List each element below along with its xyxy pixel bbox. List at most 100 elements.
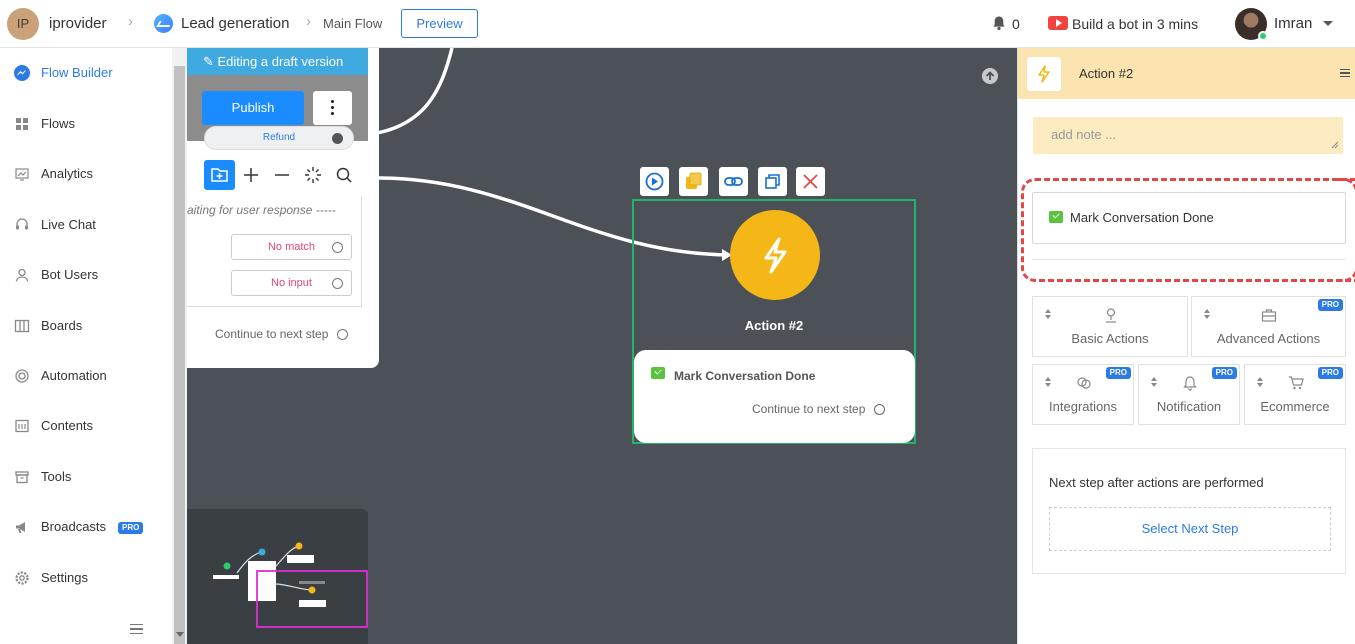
draft-banner-text: Editing a draft version	[217, 54, 344, 69]
top-bar: IP iprovider › Lead generation › Main Fl…	[0, 0, 1355, 48]
add-note-field[interactable]: add note ...	[1033, 117, 1343, 154]
gear-icon	[15, 571, 29, 585]
collapse-menu-icon[interactable]	[130, 624, 143, 634]
connector-dot[interactable]	[874, 404, 885, 415]
magic-wand-icon[interactable]	[304, 166, 322, 184]
tile-label: Ecommerce	[1260, 399, 1330, 414]
sidebar-scrollbar[interactable]	[172, 48, 187, 644]
messenger-icon	[14, 65, 30, 81]
edit-icon: ✎	[203, 54, 218, 69]
workspace-name[interactable]: iprovider	[49, 15, 107, 32]
sidebar-item-live-chat[interactable]: Live Chat	[0, 205, 172, 245]
pro-badge: PRO	[1211, 367, 1237, 379]
action-node[interactable]: Action #2 Mark Conversation Done Continu…	[632, 199, 916, 444]
connector-dot[interactable]	[332, 242, 343, 253]
dot-icon	[331, 112, 334, 115]
sidebar-item-tools[interactable]: Tools	[0, 457, 172, 497]
megaphone-icon	[16, 522, 25, 533]
zoom-out-icon[interactable]	[273, 166, 291, 184]
ecommerce-tile[interactable]: Ecommerce PRO	[1244, 364, 1346, 425]
connector-dot[interactable]	[332, 278, 343, 289]
zoom-in-icon[interactable]	[242, 166, 260, 184]
more-options-button[interactable]	[313, 91, 352, 125]
scrollbar-thumb[interactable]	[174, 66, 185, 644]
action-settings-panel: Action #2 add note ... Mark Conversation…	[1017, 48, 1355, 644]
search-icon[interactable]	[335, 166, 353, 184]
sidebar-item-label: Automation	[41, 368, 107, 383]
minimap-preview	[213, 542, 368, 628]
no-match-option[interactable]: No match	[231, 234, 352, 260]
sidebar-item-flow-builder[interactable]: Flow Builder	[0, 53, 172, 93]
publish-button[interactable]: Publish	[202, 91, 304, 125]
bell-icon	[1183, 376, 1197, 391]
chevron-right-icon: ›	[128, 13, 133, 30]
sidebar-item-bot-users[interactable]: Bot Users	[0, 255, 172, 295]
action-node-card[interactable]: Mark Conversation Done Continue to next …	[634, 350, 915, 443]
play-button[interactable]	[640, 167, 669, 196]
bell-icon[interactable]	[991, 15, 1007, 31]
next-step-title: Next step after actions are performed	[1049, 475, 1264, 490]
notification-tile[interactable]: Notification PRO	[1138, 364, 1240, 425]
tile-label: Advanced Actions	[1216, 331, 1321, 346]
sidebar-item-contents[interactable]: Contents	[0, 406, 172, 446]
sort-icon	[1045, 377, 1051, 387]
continue-next-step-text: Continue to next step	[215, 327, 329, 341]
action-node-icon[interactable]	[730, 210, 820, 300]
build-bot-link[interactable]: Build a bot in 3 mins	[1072, 16, 1198, 32]
menu-icon[interactable]	[1340, 69, 1350, 77]
copy-button[interactable]	[679, 167, 708, 196]
connector-dot[interactable]	[337, 329, 348, 340]
action-item-card[interactable]: Mark Conversation Done	[1032, 192, 1346, 244]
tile-label: Notification	[1156, 399, 1222, 414]
user-icon	[15, 268, 29, 282]
sidebar-item-label: Live Chat	[41, 217, 96, 232]
close-icon	[803, 174, 818, 189]
duplicate-button[interactable]	[758, 167, 787, 196]
sidebar-item-settings[interactable]: Settings	[0, 558, 172, 598]
link-icon	[724, 177, 743, 186]
user-name[interactable]: Imran	[1274, 15, 1312, 32]
breadcrumb-subflow[interactable]: Main Flow	[323, 16, 382, 31]
flow-canvas[interactable]: ✎ Editing a draft version Publish Refund…	[187, 48, 1017, 644]
youtube-icon[interactable]	[1048, 16, 1068, 30]
resize-handle-icon[interactable]	[1331, 141, 1339, 149]
sidebar-item-boards[interactable]: Boards	[0, 306, 172, 346]
advanced-actions-tile[interactable]: Advanced Actions PRO	[1191, 296, 1346, 357]
dot-icon	[331, 100, 334, 103]
select-next-step-button[interactable]: Select Next Step	[1049, 507, 1331, 551]
automation-icon	[15, 369, 29, 383]
briefcase-icon	[1261, 309, 1277, 322]
sidebar-item-label: Flows	[41, 116, 75, 131]
no-input-option[interactable]: No input	[231, 270, 352, 296]
previous-node-card[interactable]: ✎ Editing a draft version Publish Refund…	[187, 48, 379, 368]
play-icon	[645, 172, 664, 191]
delete-button[interactable]	[796, 167, 825, 196]
scroll-down-arrow-icon[interactable]	[176, 632, 184, 637]
preview-button[interactable]: Preview	[401, 9, 478, 38]
link-button[interactable]	[719, 167, 748, 196]
sidebar-item-analytics[interactable]: Analytics	[0, 154, 172, 194]
sidebar-item-flows[interactable]: Flows	[0, 104, 172, 144]
basic-actions-tile[interactable]: Basic Actions	[1032, 296, 1188, 357]
contents-icon	[15, 419, 29, 433]
sidebar-item-label: Tools	[41, 469, 72, 484]
pro-badge: PRO	[1105, 367, 1131, 379]
divider	[361, 196, 362, 306]
sidebar: Flow Builder Flows Analytics Live Chat B…	[0, 48, 172, 644]
add-folder-button[interactable]	[204, 160, 235, 190]
sidebar-item-broadcasts[interactable]: Broadcasts PRO	[0, 507, 172, 547]
breadcrumb-flow[interactable]: Lead generation	[181, 15, 289, 32]
sidebar-item-label: Flow Builder	[41, 65, 113, 80]
action-item-label: Mark Conversation Done	[674, 369, 816, 383]
panel-title: Action #2	[1079, 66, 1134, 81]
connector-dot[interactable]	[332, 133, 343, 144]
scroll-top-icon[interactable]	[982, 68, 998, 84]
workspace-avatar[interactable]: IP	[7, 8, 39, 40]
sidebar-item-automation[interactable]: Automation	[0, 356, 172, 396]
headset-icon	[16, 218, 28, 230]
integrations-tile[interactable]: Integrations PRO	[1032, 364, 1134, 425]
sort-icon	[1151, 377, 1157, 387]
sort-icon	[1204, 309, 1210, 319]
minimap[interactable]	[187, 509, 368, 644]
caret-down-icon[interactable]	[1323, 21, 1333, 26]
